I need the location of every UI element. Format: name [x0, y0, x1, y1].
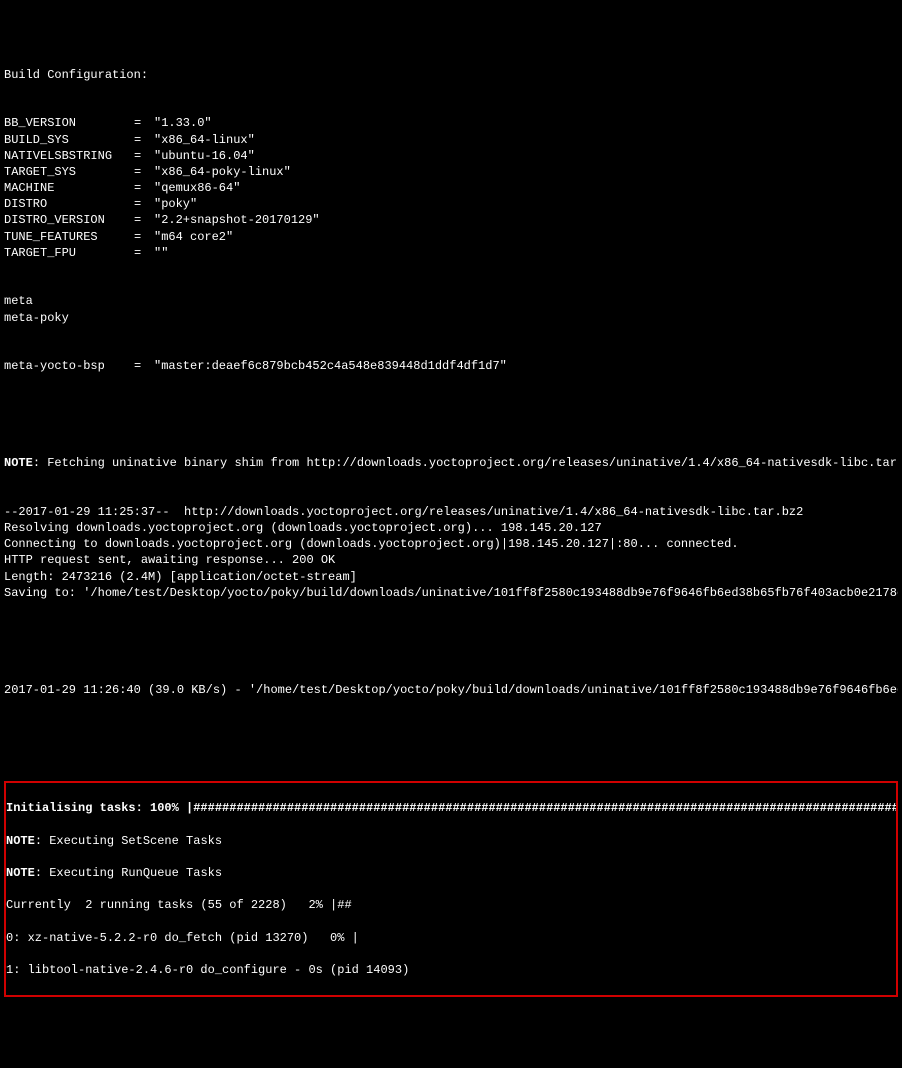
config-eq: = [134, 115, 154, 131]
wget-line: HTTP request sent, awaiting response... … [4, 552, 898, 568]
config-row: MACHINE= "qemux86-64" [4, 180, 898, 196]
config-row: TARGET_SYS= "x86_64-poky-linux" [4, 164, 898, 180]
config-row: TUNE_FEATURES= "m64 core2" [4, 229, 898, 245]
currently-line: Currently 2 running tasks (55 of 2228) 2… [6, 897, 896, 913]
config-eq: = [134, 196, 154, 212]
config-row: DISTRO= "poky" [4, 196, 898, 212]
config-key: NATIVELSBSTRING [4, 148, 134, 164]
config-eq: = [134, 164, 154, 180]
meta-line: meta [4, 293, 898, 309]
config-val: "x86_64-linux" [154, 132, 255, 148]
config-val: "qemux86-64" [154, 180, 240, 196]
runqueue-line: NOTE: Executing RunQueue Tasks [6, 865, 896, 881]
note-label: NOTE [6, 866, 35, 880]
config-eq: = [134, 358, 154, 374]
config-key: BUILD_SYS [4, 132, 134, 148]
blank-line [4, 730, 898, 746]
config-val: "2.2+snapshot-20170129" [154, 212, 320, 228]
config-eq: = [134, 245, 154, 261]
saved-line: 2017-01-29 11:26:40 (39.0 KB/s) - '/home… [4, 682, 898, 698]
config-row: TARGET_FPU= "" [4, 245, 898, 261]
config-row: DISTRO_VERSION= "2.2+snapshot-20170129" [4, 212, 898, 228]
fetch-note-line: NOTE: Fetching uninative binary shim fro… [4, 455, 898, 471]
config-val: "1.33.0" [154, 115, 212, 131]
config-val: "master:deaef6c879bcb452c4a548e839448d1d… [154, 358, 507, 374]
note-label: NOTE [6, 834, 35, 848]
config-key: MACHINE [4, 180, 134, 196]
wget-block: --2017-01-29 11:25:37-- http://downloads… [4, 504, 898, 601]
config-val: "ubuntu-16.04" [154, 148, 255, 164]
task1-line: 1: libtool-native-2.4.6-r0 do_configure … [6, 962, 896, 978]
fetch-note-text: : Fetching uninative binary shim from ht… [33, 456, 898, 470]
blank-line [4, 633, 898, 649]
meta-line: meta-poky [4, 310, 898, 326]
task-highlight-box: Initialising tasks: 100% |##############… [4, 781, 898, 997]
config-eq: = [134, 148, 154, 164]
config-key: TARGET_SYS [4, 164, 134, 180]
config-block: BB_VERSION= "1.33.0"BUILD_SYS= "x86_64-l… [4, 115, 898, 261]
setscene-line: NOTE: Executing SetScene Tasks [6, 833, 896, 849]
config-eq: = [134, 180, 154, 196]
config-row: BB_VERSION= "1.33.0" [4, 115, 898, 131]
wget-line: Length: 2473216 (2.4M) [application/octe… [4, 569, 898, 585]
meta-yocto-row: meta-yocto-bsp= "master:deaef6c879bcb452… [4, 358, 898, 374]
config-eq: = [134, 212, 154, 228]
setscene-text: : Executing SetScene Tasks [35, 834, 222, 848]
config-key: BB_VERSION [4, 115, 134, 131]
runqueue-text: : Executing RunQueue Tasks [35, 866, 222, 880]
meta-block: metameta-poky [4, 293, 898, 325]
build-config-header: Build Configuration: [4, 67, 898, 83]
config-row: BUILD_SYS= "x86_64-linux" [4, 132, 898, 148]
config-eq: = [134, 132, 154, 148]
config-key: TARGET_FPU [4, 245, 134, 261]
config-row: NATIVELSBSTRING= "ubuntu-16.04" [4, 148, 898, 164]
init-tasks-line: Initialising tasks: 100% |##############… [6, 800, 896, 816]
wget-line: Saving to: '/home/test/Desktop/yocto/pok… [4, 585, 898, 601]
config-key: DISTRO [4, 196, 134, 212]
wget-line: Connecting to downloads.yoctoproject.org… [4, 536, 898, 552]
config-val: "m64 core2" [154, 229, 233, 245]
wget-line: --2017-01-29 11:25:37-- http://downloads… [4, 504, 898, 520]
config-val: "poky" [154, 196, 197, 212]
config-eq: = [134, 229, 154, 245]
config-val: "" [154, 245, 168, 261]
blank-line [4, 407, 898, 423]
config-key: TUNE_FEATURES [4, 229, 134, 245]
config-key: DISTRO_VERSION [4, 212, 134, 228]
config-val: "x86_64-poky-linux" [154, 164, 291, 180]
config-key: meta-yocto-bsp [4, 358, 134, 374]
note-label: NOTE [4, 456, 33, 470]
task0-line: 0: xz-native-5.2.2-r0 do_fetch (pid 1327… [6, 930, 896, 946]
